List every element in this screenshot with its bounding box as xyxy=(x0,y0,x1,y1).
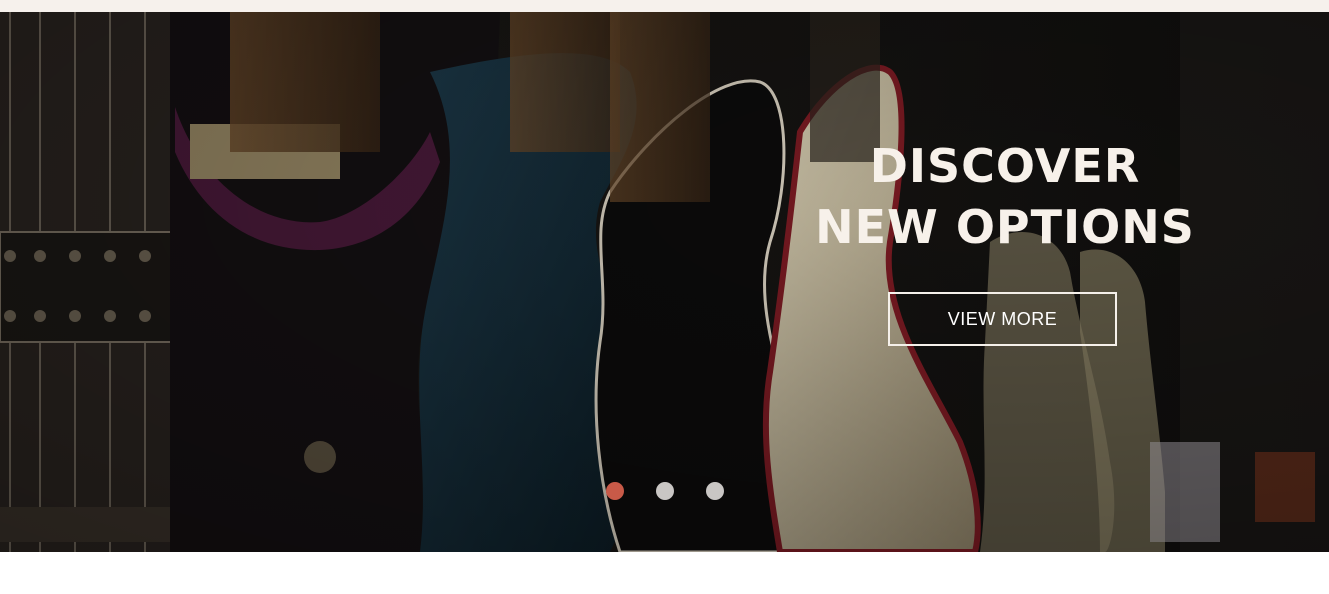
slide-dot-1[interactable] xyxy=(606,482,624,500)
slide-dot-2[interactable] xyxy=(656,482,674,500)
headline-line-1: DISCOVER xyxy=(869,139,1141,193)
slide-dot-3[interactable] xyxy=(706,482,724,500)
headline-line-2: NEW OPTIONS xyxy=(815,200,1195,254)
slider-pagination xyxy=(606,482,724,500)
hero-headline: DISCOVER NEW OPTIONS xyxy=(790,136,1220,258)
view-more-button[interactable]: VIEW MORE xyxy=(888,292,1117,346)
top-bar xyxy=(0,0,1329,12)
hero-overlay xyxy=(0,12,1329,552)
hero-slider: DISCOVER NEW OPTIONS VIEW MORE xyxy=(0,12,1329,552)
